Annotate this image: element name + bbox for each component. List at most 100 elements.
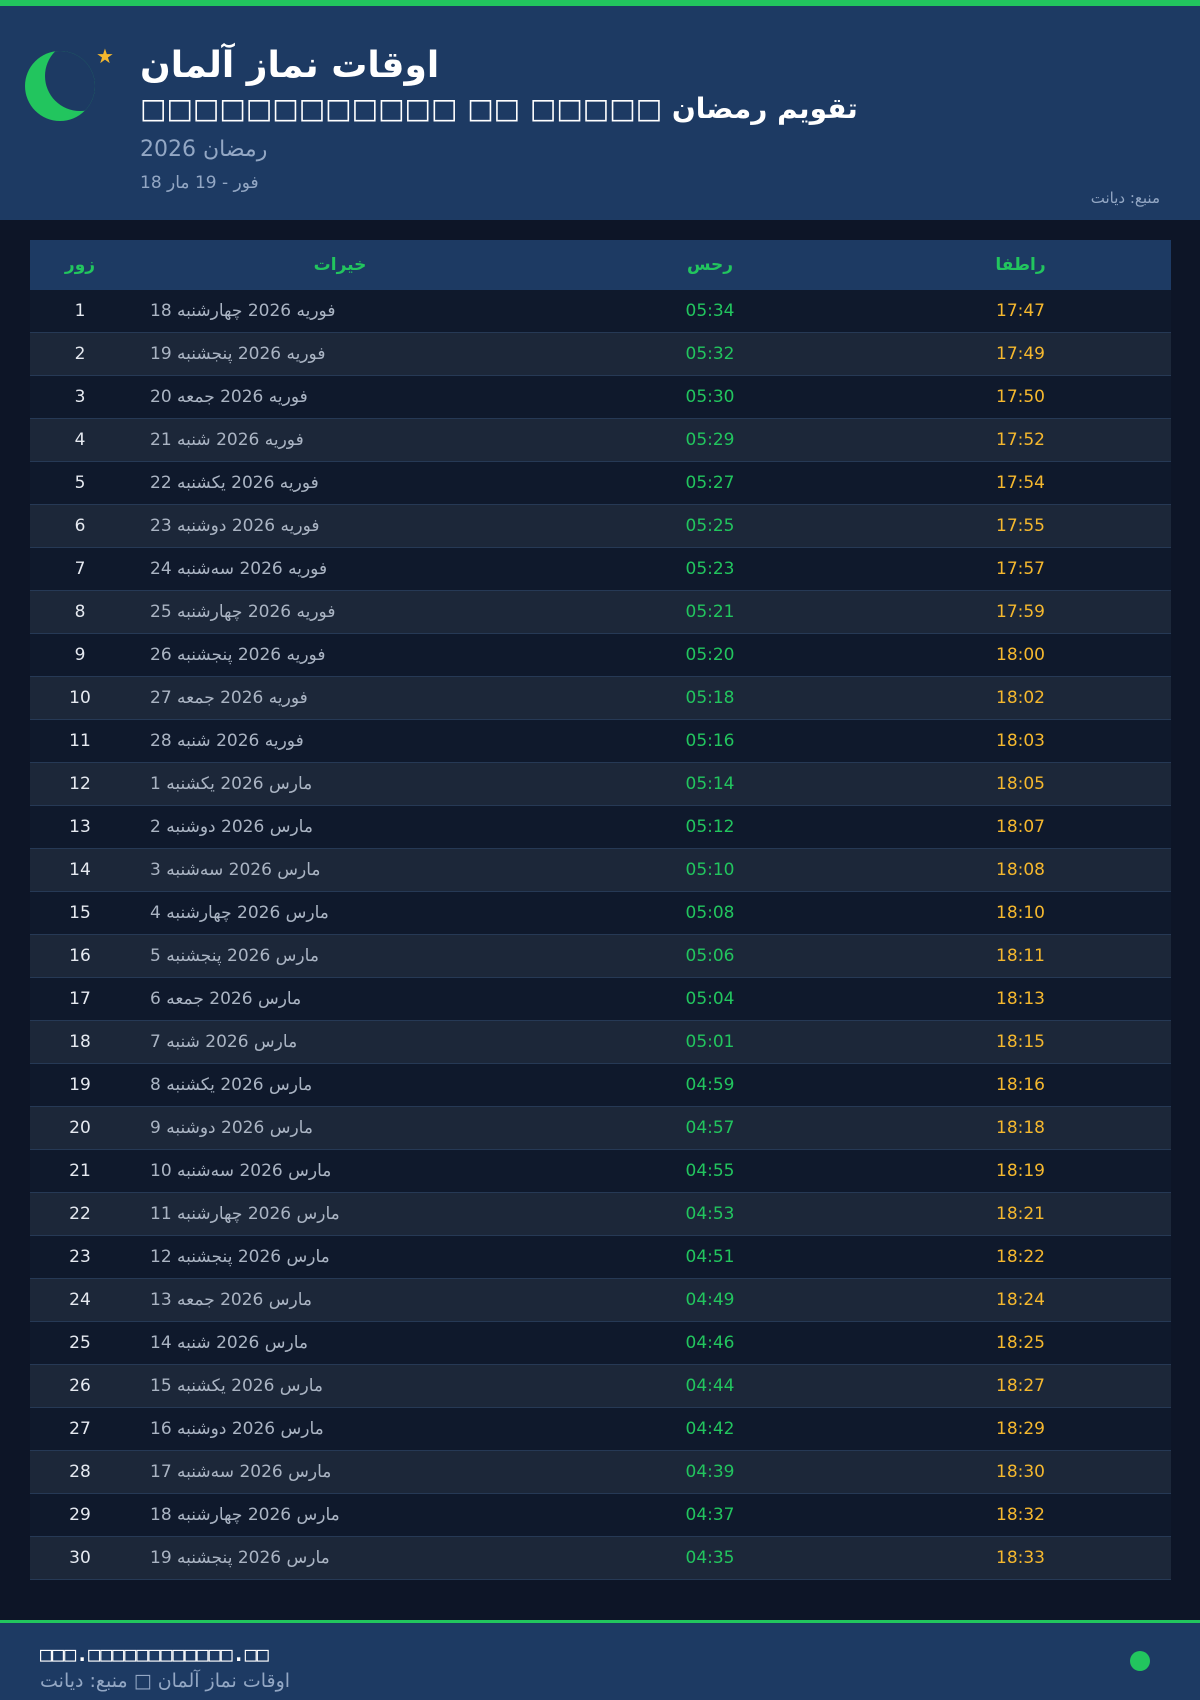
day-cell: 23 [69,1247,91,1267]
page-header: ★ اوقات نماز آلمان □□□□□□□□□□□□ □□ □□□□□… [0,6,1200,220]
header-day: زور [64,255,96,275]
day-cell: 29 [69,1505,91,1525]
table-row: 9 26 فوریه 2026 پنجشنبه 05:20 18:00 [30,634,1171,677]
iftar-time-cell: 18:13 [996,989,1045,1009]
iftar-time-cell: 18:24 [996,1290,1045,1310]
iftar-time-cell: 17:52 [996,430,1045,450]
iftar-time-cell: 18:07 [996,817,1045,837]
fajr-time-cell: 05:23 [685,559,735,579]
fajr-time-cell: 04:46 [685,1333,735,1353]
iftar-time-cell: 18:00 [996,645,1045,665]
fajr-time-cell: 05:25 [685,516,735,536]
footer-url[interactable]: □□□.□□□□□□□□□□□□.□□ [40,1641,1200,1667]
header-iftar: راطفا [995,255,1046,275]
day-cell: 30 [69,1548,91,1568]
day-cell: 3 [74,387,86,407]
day-cell: 7 [74,559,86,579]
date-cell: 5 مارس 2026 پنجشنبه [150,946,319,966]
day-cell: 14 [69,860,91,880]
fajr-time-cell: 05:27 [685,473,735,493]
page-title: اوقات نماز آلمان [140,45,440,86]
day-cell: 8 [74,602,86,622]
footer-brand: اوقات نماز آلمان □ منبع: دیانت [40,1670,291,1692]
day-cell: 18 [69,1032,91,1052]
star-icon: ★ [96,44,114,68]
date-cell: 7 مارس 2026 شنبه [150,1032,298,1052]
date-cell: 3 مارس 2026 سه‌شنبه [150,860,321,880]
date-cell: 19 فوریه 2026 پنجشنبه [150,344,326,364]
iftar-time-cell: 18:33 [996,1548,1045,1568]
day-cell: 1 [74,301,86,321]
fajr-time-cell: 04:51 [685,1247,735,1267]
day-cell: 9 [74,645,86,665]
fajr-time-cell: 05:08 [685,903,735,923]
page-subtitle: □□□□□□□□□□□□ □□ □□□□□ تقویم رمضان [140,92,858,125]
fajr-time-cell: 05:06 [685,946,735,966]
date-cell: 26 فوریه 2026 پنجشنبه [150,645,326,665]
table-row: 30 19 مارس 2026 پنجشنبه 04:35 18:33 [30,1537,1171,1580]
day-cell: 28 [69,1462,91,1482]
fajr-time-cell: 05:10 [685,860,735,880]
table-row: 19 8 مارس 2026 یکشنبه 04:59 18:16 [30,1064,1171,1107]
date-cell: 14 مارس 2026 شنبه [150,1333,308,1353]
day-cell: 20 [69,1118,91,1138]
iftar-time-cell: 18:19 [996,1161,1045,1181]
date-cell: 12 مارس 2026 پنجشنبه [150,1247,330,1267]
table-row: 14 3 مارس 2026 سه‌شنبه 05:10 18:08 [30,849,1171,892]
date-cell: 27 فوریه 2026 جمعه [150,688,308,708]
table-row: 20 9 مارس 2026 دوشنبه 04:57 18:18 [30,1107,1171,1150]
iftar-time-cell: 17:49 [996,344,1045,364]
page-footer: □□□.□□□□□□□□□□□□.□□ اوقات نماز آلمان □ م… [0,1623,1200,1700]
date-cell: 19 مارس 2026 پنجشنبه [150,1548,330,1568]
iftar-time-cell: 18:29 [996,1419,1045,1439]
date-cell: 21 فوریه 2026 شنبه [150,430,304,450]
fajr-time-cell: 04:35 [685,1548,735,1568]
fajr-time-cell: 04:57 [685,1118,735,1138]
date-cell: 22 فوریه 2026 یکشنبه [150,473,319,493]
date-range-label: 18 فور - 19 مار [140,173,259,193]
iftar-time-cell: 18:18 [996,1118,1045,1138]
fajr-time-cell: 04:44 [685,1376,735,1396]
iftar-time-cell: 18:03 [996,731,1045,751]
table-row: 7 24 فوریه 2026 سه‌شنبه 05:23 17:57 [30,548,1171,591]
table-body: 1 18 فوریه 2026 چهارشنبه 05:34 17:47 2 19 فور… [30,290,1171,1580]
iftar-time-cell: 18:08 [996,860,1045,880]
date-cell: 18 فوریه 2026 چهارشنبه [150,301,336,321]
date-cell: 2 مارس 2026 دوشنبه [150,817,313,837]
fajr-time-cell: 04:37 [685,1505,735,1525]
table-row: 11 28 فوریه 2026 شنبه 05:16 18:03 [30,720,1171,763]
table-row: 6 23 فوریه 2026 دوشنبه 05:25 17:55 [30,505,1171,548]
day-cell: 24 [69,1290,91,1310]
iftar-time-cell: 17:59 [996,602,1045,622]
fajr-time-cell: 05:30 [685,387,735,407]
fajr-time-cell: 04:49 [685,1290,735,1310]
fajr-time-cell: 04:42 [685,1419,735,1439]
date-cell: 23 فوریه 2026 دوشنبه [150,516,320,536]
date-cell: 25 فوریه 2026 چهارشنبه [150,602,336,622]
day-cell: 15 [69,903,91,923]
date-cell: 11 مارس 2026 چهارشنبه [150,1204,340,1224]
day-cell: 25 [69,1333,91,1353]
date-cell: 4 مارس 2026 چهارشنبه [150,903,329,923]
day-cell: 26 [69,1376,91,1396]
fajr-time-cell: 05:16 [685,731,735,751]
table-row: 5 22 فوریه 2026 یکشنبه 05:27 17:54 [30,462,1171,505]
header-fajr: رحس [686,255,734,275]
date-cell: 28 فوریه 2026 شنبه [150,731,304,751]
table-row: 29 18 مارس 2026 چهارشنبه 04:37 18:32 [30,1494,1171,1537]
fajr-time-cell: 05:18 [685,688,735,708]
day-cell: 17 [69,989,91,1009]
table-row: 25 14 مارس 2026 شنبه 04:46 18:25 [30,1322,1171,1365]
date-cell: 9 مارس 2026 دوشنبه [150,1118,313,1138]
iftar-time-cell: 18:05 [996,774,1045,794]
day-cell: 6 [74,516,86,536]
header-date: خیرات [313,255,367,275]
date-cell: 1 مارس 2026 یکشنبه [150,774,313,794]
fajr-time-cell: 04:55 [685,1161,735,1181]
table-row: 26 15 مارس 2026 یکشنبه 04:44 18:27 [30,1365,1171,1408]
iftar-time-cell: 17:57 [996,559,1045,579]
day-cell: 4 [74,430,86,450]
day-cell: 21 [69,1161,91,1181]
iftar-time-cell: 17:54 [996,473,1045,493]
table-row: 12 1 مارس 2026 یکشنبه 05:14 18:05 [30,763,1171,806]
